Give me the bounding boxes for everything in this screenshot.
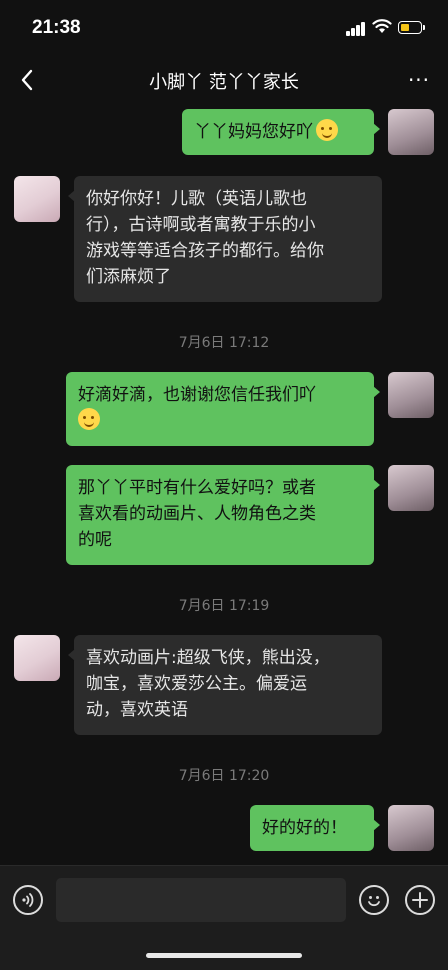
wifi-icon xyxy=(372,19,392,33)
my-avatar[interactable] xyxy=(388,372,434,418)
message-timestamp: 7月6日 17:19 xyxy=(178,598,270,614)
message-timestamp: 7月6日 17:12 xyxy=(178,335,270,351)
message-line: 们添麻烦了 xyxy=(86,267,171,287)
message-input[interactable] xyxy=(56,878,346,922)
message-line: 那丫丫平时有什么爱好吗？或者 xyxy=(78,478,316,498)
chat-title: 小脚丫 范丫丫家长 xyxy=(149,72,299,93)
message-line: 动，喜欢英语 xyxy=(86,700,188,720)
message-bubble-incoming[interactable]: 你好你好！儿歌（英语儿歌也 行），古诗啊或者寓教于乐的小 游戏等等适合孩子的都行… xyxy=(68,176,382,302)
my-avatar[interactable] xyxy=(388,109,434,155)
voice-icon[interactable] xyxy=(13,885,43,915)
message-line: 你好你好！儿歌（英语儿歌也 xyxy=(86,189,307,209)
plus-icon[interactable] xyxy=(405,885,435,915)
emoji-icon[interactable] xyxy=(359,885,389,915)
message-line: 喜欢动画片:超级飞侠，熊出没， xyxy=(86,648,330,668)
message-line: 的呢 xyxy=(78,530,112,550)
message-line: 喜欢看的动画片、人物角色之类 xyxy=(78,504,316,524)
message-line: 行），古诗啊或者寓教于乐的小 xyxy=(86,215,316,235)
message-bubble-outgoing[interactable]: 丫丫妈妈您好吖 xyxy=(182,109,380,155)
my-avatar[interactable] xyxy=(388,805,434,851)
status-bar: 21:38 xyxy=(0,0,448,52)
my-avatar[interactable] xyxy=(388,465,434,511)
smile-emoji-icon xyxy=(78,408,100,430)
message-line: 好滴好滴，也谢谢您信任我们吖 xyxy=(78,385,316,405)
home-indicator xyxy=(146,953,302,958)
battery-level xyxy=(401,24,409,31)
message-bubble-outgoing[interactable]: 好滴好滴，也谢谢您信任我们吖 xyxy=(66,372,380,446)
message-bubble-outgoing[interactable]: 好的好的！ xyxy=(250,805,380,851)
smile-emoji-icon xyxy=(316,119,338,141)
message-text: 好的好的！ xyxy=(262,818,347,838)
message-line: 咖宝，喜欢爱莎公主。偏爱运 xyxy=(86,674,307,694)
signal-icon xyxy=(346,22,368,36)
message-bubble-incoming[interactable]: 喜欢动画片:超级飞侠，熊出没， 咖宝，喜欢爱莎公主。偏爱运 动，喜欢英语 xyxy=(68,635,382,735)
message-timestamp: 7月6日 17:20 xyxy=(178,768,270,784)
status-time: 21:38 xyxy=(32,17,81,38)
contact-avatar[interactable] xyxy=(14,635,60,681)
chat-header: 小脚丫 范丫丫家长 ··· xyxy=(0,52,448,109)
message-text: 丫丫妈妈您好吖 xyxy=(194,122,313,142)
message-line: 游戏等等适合孩子的都行。给你 xyxy=(86,241,324,261)
battery-icon xyxy=(398,21,425,34)
contact-avatar[interactable] xyxy=(14,176,60,222)
message-list[interactable]: 丫丫妈妈您好吖 你好你好！儿歌（英语儿歌也 行），古诗啊或者寓教于乐的小 游戏等… xyxy=(0,108,448,865)
message-bubble-outgoing[interactable]: 那丫丫平时有什么爱好吗？或者 喜欢看的动画片、人物角色之类 的呢 xyxy=(66,465,380,565)
more-options-icon[interactable]: ··· xyxy=(404,66,434,94)
